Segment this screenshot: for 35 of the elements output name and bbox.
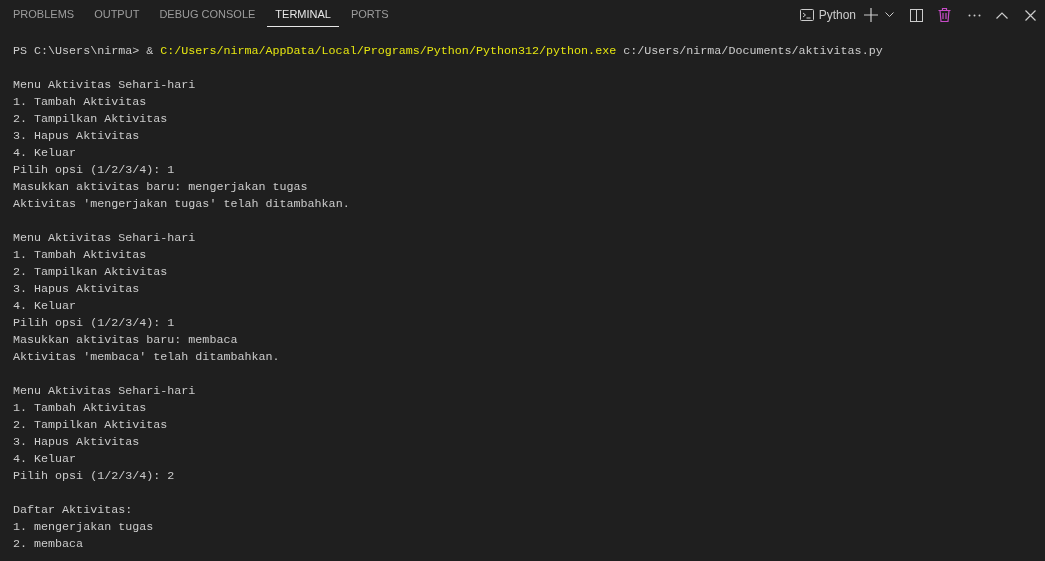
output-line: Aktivitas 'mengerjakan tugas' telah ditambahkan. bbox=[13, 196, 350, 213]
output-line: 4. Keluar bbox=[13, 298, 77, 315]
output-line: Aktivitas 'membaca' telah ditambahkan. bbox=[13, 349, 280, 366]
prompt-text: PS C:\Users\nirma> & bbox=[13, 43, 154, 60]
output-line: Masukkan aktivitas baru: membaca bbox=[13, 332, 238, 349]
panel-tab[interactable]: TERMINAL bbox=[267, 3, 339, 27]
output-line: 1. Tambah Aktivitas bbox=[13, 247, 147, 264]
script-path: c:/Users/nirma/Documents/aktivitas.py bbox=[623, 43, 883, 60]
output-line: 4. Keluar bbox=[13, 145, 77, 162]
executable-path: C:/Users/nirma/AppData/Local/Programs/Python/Python312/python.exe bbox=[160, 43, 617, 60]
output-line: Menu Aktivitas Sehari-hari bbox=[13, 383, 196, 400]
output-line: 3. Hapus Aktivitas bbox=[13, 281, 140, 298]
panel-tab[interactable]: OUTPUT bbox=[86, 3, 148, 27]
output-line: 2. membaca bbox=[13, 536, 84, 553]
panel-tab[interactable]: DEBUG CONSOLE bbox=[151, 3, 264, 27]
output-line: 3. Hapus Aktivitas bbox=[13, 128, 140, 145]
output-line: 4. Keluar bbox=[13, 451, 77, 468]
output-line: 2. Tampilkan Aktivitas bbox=[13, 264, 168, 281]
output-line: Pilih opsi (1/2/3/4): 1 bbox=[13, 315, 175, 332]
panel-tab[interactable]: PROBLEMS bbox=[5, 3, 83, 27]
output-line: 1. mengerjakan tugas bbox=[13, 519, 154, 536]
output-line: Pilih opsi (1/2/3/4): 1 bbox=[13, 162, 175, 179]
output-line: 3. Hapus Aktivitas bbox=[13, 434, 140, 451]
output-line: 2. Tampilkan Aktivitas bbox=[13, 111, 168, 128]
output-line: Menu Aktivitas Sehari-hari bbox=[13, 77, 196, 94]
output-line: 2. Tampilkan Aktivitas bbox=[13, 417, 168, 434]
panel-tab[interactable]: PORTS bbox=[342, 3, 397, 27]
output-line: Menu Aktivitas Sehari-hari bbox=[13, 230, 196, 247]
terminal-picker[interactable]: Python bbox=[795, 4, 859, 26]
output-line: 1. Tambah Aktivitas bbox=[13, 94, 147, 111]
output-line: Daftar Aktivitas: bbox=[13, 502, 133, 519]
output-line: 1. Tambah Aktivitas bbox=[13, 400, 147, 417]
output-line: Pilih opsi (1/2/3/4): 2 bbox=[13, 468, 175, 485]
terminal-icon bbox=[798, 7, 815, 23]
output-line: Masukkan aktivitas baru: mengerjakan tugas bbox=[13, 179, 308, 196]
